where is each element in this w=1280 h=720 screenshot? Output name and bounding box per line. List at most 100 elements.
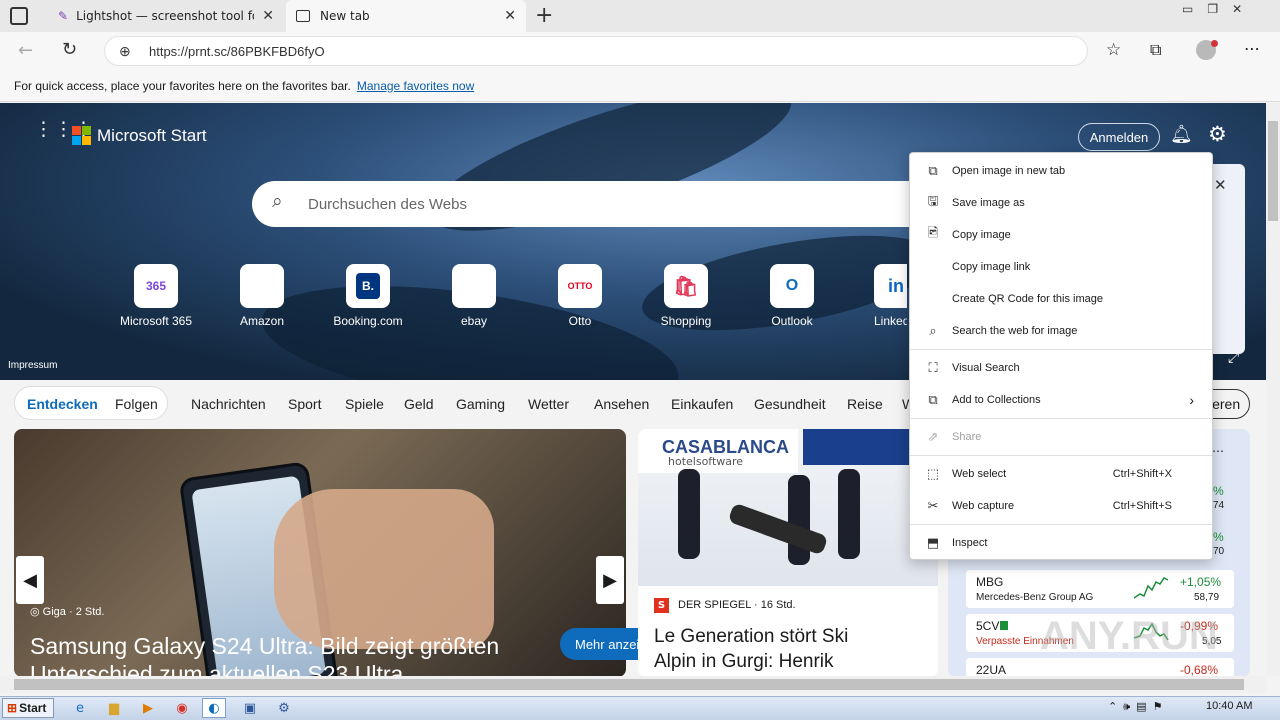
window-icon[interactable]: ▣ bbox=[238, 698, 262, 718]
flag-icon[interactable]: ⚑ bbox=[1153, 700, 1169, 713]
sparkline-icon bbox=[1134, 577, 1169, 599]
nav-item[interactable]: Wetter bbox=[528, 396, 569, 412]
quicklink-amazon[interactable]: a Amazon bbox=[209, 264, 315, 328]
tab-actions-icon[interactable] bbox=[10, 7, 28, 25]
menu-label: Search the web for image bbox=[952, 325, 1078, 337]
menu-share[interactable]: ⇗ Share bbox=[910, 422, 1212, 452]
menu-copy-image[interactable]: 🖻 Copy image bbox=[910, 220, 1212, 250]
menu-create-qr-code[interactable]: Create QR Code for this image bbox=[910, 284, 1212, 314]
protester-figure bbox=[727, 502, 829, 556]
signin-button[interactable]: Anmelden bbox=[1078, 123, 1160, 151]
news-card-secondary[interactable]: CASABLANCA hotelsoftware S DER SPIEGEL ·… bbox=[638, 429, 938, 677]
quicklink-outlook[interactable]: O Outlook bbox=[739, 264, 845, 328]
scroll-thumb[interactable] bbox=[14, 679, 1244, 690]
nav-item[interactable]: Spiele bbox=[345, 396, 384, 412]
collections-icon[interactable]: ⧉ bbox=[1150, 40, 1161, 60]
network-icon[interactable]: ▤ bbox=[1136, 700, 1152, 713]
web-search-input[interactable]: ⌕ Durchsuchen des Webs bbox=[252, 181, 952, 227]
menu-search-web-for-image[interactable]: ⌕ Search the web for image bbox=[910, 316, 1212, 346]
vertical-scrollbar[interactable] bbox=[1266, 103, 1280, 676]
quicklink-linkedin[interactable]: in Linked bbox=[845, 264, 907, 328]
nav-item[interactable]: Ansehen bbox=[594, 396, 649, 412]
edge-icon[interactable]: ◐ bbox=[202, 698, 226, 718]
volume-icon[interactable]: 🕪 bbox=[1123, 700, 1136, 713]
nav-item[interactable]: Geld bbox=[404, 396, 434, 412]
back-arrow-icon[interactable]: ← bbox=[18, 40, 33, 61]
ie-icon[interactable]: e bbox=[68, 698, 92, 718]
stock-price: 70 bbox=[1213, 546, 1225, 557]
restore-icon[interactable]: ❐ bbox=[1207, 2, 1232, 16]
nav-item[interactable]: Gesundheit bbox=[754, 396, 826, 412]
quicklink-shopping[interactable]: 🛍 Shopping bbox=[633, 264, 739, 328]
quicklink-booking[interactable]: B. Booking.com bbox=[315, 264, 421, 328]
hand-image bbox=[274, 489, 494, 649]
more-menu-icon[interactable]: ⋯ bbox=[1244, 39, 1261, 58]
stock-row[interactable]: 22UA -0,68% bbox=[966, 658, 1234, 676]
menu-open-image-new-tab[interactable]: ⧉ Open image in new tab bbox=[910, 156, 1212, 186]
menu-web-select[interactable]: ⬚ Web select Ctrl+Shift+X bbox=[910, 459, 1212, 489]
more-options-icon[interactable]: ⋯ bbox=[1212, 444, 1224, 458]
menu-inspect[interactable]: ⬒ Inspect bbox=[910, 528, 1212, 558]
nav-item[interactable]: Nachrichten bbox=[191, 396, 266, 412]
menu-save-image-as[interactable]: 🖫 Save image as bbox=[910, 188, 1212, 218]
media-player-icon[interactable]: ▶ bbox=[136, 698, 160, 718]
menu-label: Inspect bbox=[952, 537, 988, 549]
nav-item[interactable]: Gaming bbox=[456, 396, 505, 412]
explorer-folder-icon[interactable]: ▆ bbox=[102, 698, 126, 718]
chevron-right-icon: › bbox=[1189, 392, 1194, 408]
minimize-icon[interactable]: ▭ bbox=[1182, 2, 1207, 16]
menu-copy-image-link[interactable]: Copy image link bbox=[910, 252, 1212, 282]
quicklink-label: Linked bbox=[874, 314, 907, 328]
ski-photo: CASABLANCA hotelsoftware bbox=[638, 429, 938, 586]
notification-bell-icon[interactable]: 🔔︎ bbox=[1170, 124, 1193, 145]
menu-web-capture[interactable]: ✂ Web capture Ctrl+Shift+S bbox=[910, 491, 1212, 521]
address-input[interactable]: ⊕ https://prnt.sc/86PBKFBD6fyO bbox=[104, 36, 1088, 66]
tab-new-tab[interactable]: New tab ✕ bbox=[286, 0, 526, 32]
collections-icon: ⧉ bbox=[928, 392, 938, 407]
tab-explore[interactable]: Entdecken bbox=[27, 396, 98, 412]
quicklink-ebay[interactable]: 🛍 ebay bbox=[421, 264, 527, 328]
close-icon[interactable]: ✕ bbox=[504, 8, 516, 24]
nav-item[interactable]: Einkaufen bbox=[671, 396, 733, 412]
stock-change: -0,68% bbox=[1180, 663, 1219, 676]
carousel-next-button[interactable]: ▶ bbox=[596, 556, 624, 604]
quicklink-label: Amazon bbox=[239, 314, 285, 328]
menu-add-to-collections[interactable]: ⧉ Add to Collections › bbox=[910, 385, 1212, 415]
nav-item[interactable]: Reise bbox=[847, 396, 883, 412]
scroll-thumb[interactable] bbox=[1268, 121, 1278, 221]
close-window-icon[interactable]: ✕ bbox=[1232, 2, 1256, 16]
tray-arrow-icon[interactable]: ⌃ bbox=[1108, 700, 1123, 713]
horizontal-scrollbar[interactable] bbox=[0, 676, 1266, 693]
manage-favorites-link[interactable]: Manage favorites now bbox=[357, 79, 474, 93]
settings-gear-icon[interactable]: ⚙ bbox=[1208, 122, 1227, 146]
web-select-icon: ⬚ bbox=[926, 466, 940, 481]
favorite-star-icon[interactable]: ☆ bbox=[1106, 40, 1121, 60]
window-controls[interactable]: ▭❐✕ bbox=[1182, 2, 1256, 16]
search-image-icon: ⌕ bbox=[929, 323, 937, 338]
close-icon[interactable]: ✕ bbox=[1214, 176, 1227, 194]
quicklink-microsoft365[interactable]: 365 Microsoft 365 bbox=[103, 264, 209, 328]
quicklink-label: Booking.com bbox=[333, 314, 403, 328]
carousel-prev-button[interactable]: ◀ bbox=[16, 556, 44, 604]
quicklink-otto[interactable]: OTTO Otto bbox=[527, 264, 633, 328]
menu-visual-search[interactable]: ⛶ Visual Search bbox=[910, 353, 1212, 383]
refresh-icon[interactable]: ↻ bbox=[62, 39, 77, 60]
nav-item[interactable]: Sport bbox=[288, 396, 321, 412]
network-app-icon[interactable]: ⚙ bbox=[272, 698, 296, 718]
quicklink-label: Microsoft 365 bbox=[119, 314, 193, 328]
tab-follow[interactable]: Folgen bbox=[115, 396, 158, 412]
close-icon[interactable]: ✕ bbox=[262, 8, 274, 24]
card-headline[interactable]: Le Generation stört Ski Alpin in Gurgi: H… bbox=[654, 624, 934, 674]
stock-row[interactable]: MBG Mercedes-Benz Group AG +1,05% 58,79 bbox=[966, 570, 1234, 608]
impressum-link[interactable]: Impressum bbox=[8, 360, 57, 371]
police-figure bbox=[678, 469, 700, 559]
trend-up-icon bbox=[1000, 621, 1008, 630]
menu-divider bbox=[910, 418, 1212, 419]
brand-title[interactable]: Microsoft Start bbox=[97, 126, 207, 146]
new-tab-plus-icon[interactable]: + bbox=[535, 3, 553, 28]
start-button[interactable]: ⊞ Start bbox=[2, 698, 54, 718]
tab-lightshot[interactable]: ✎ Lightshot — screenshot tool for M ✕ bbox=[48, 0, 284, 32]
card-headline[interactable]: Samsung Galaxy S24 Ultra: Bild zeigt grö… bbox=[30, 632, 620, 676]
chrome-icon[interactable]: ◉ bbox=[170, 698, 194, 718]
menu-label: Web select bbox=[952, 468, 1007, 480]
